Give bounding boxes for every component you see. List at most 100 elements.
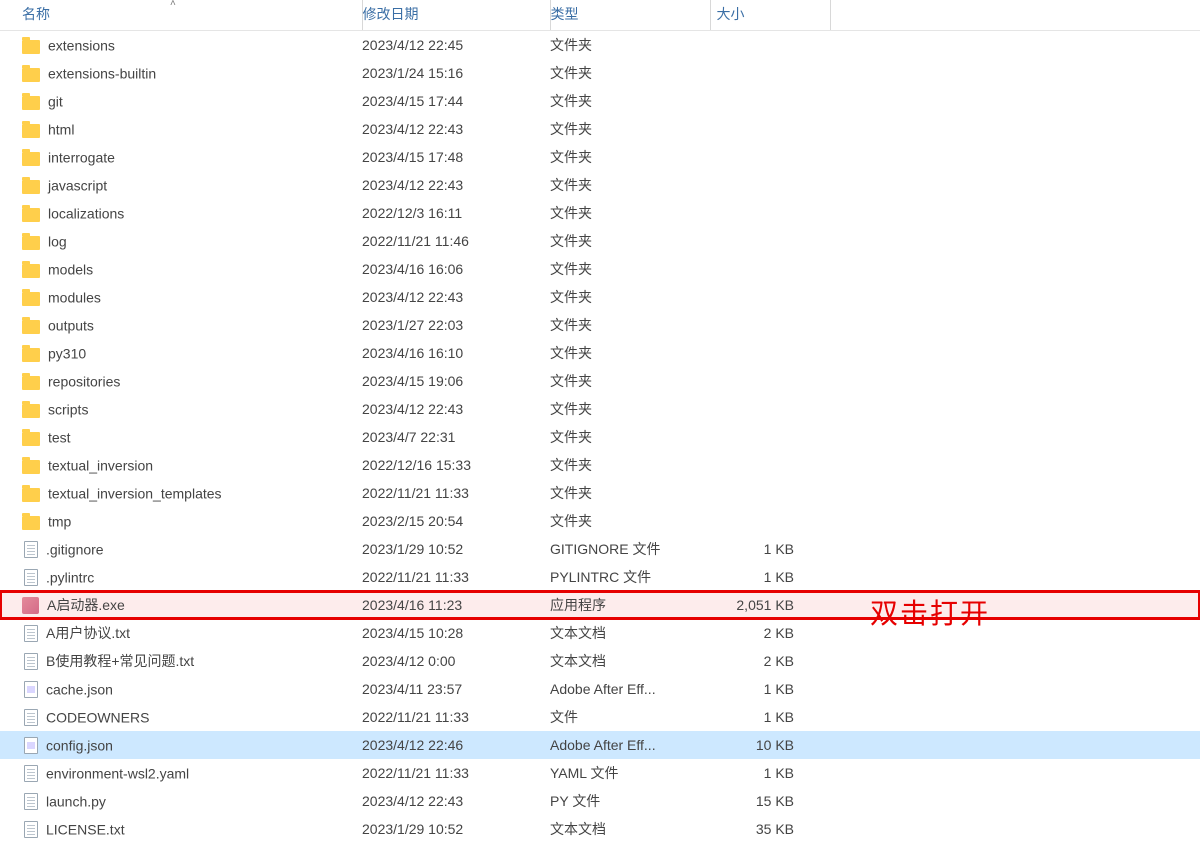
file-name: textual_inversion_templates [48, 485, 222, 501]
file-date: 2023/4/12 0:00 [362, 647, 550, 675]
file-name: localizations [48, 205, 124, 221]
file-date: 2023/4/7 22:31 [362, 423, 550, 451]
file-row[interactable]: textual_inversion_templates 2022/11/21 11… [0, 479, 1200, 507]
file-name: CODEOWNERS [46, 709, 149, 725]
file-icon [24, 793, 38, 810]
file-size: 15 KB [710, 787, 830, 815]
file-row[interactable]: repositories2023/4/15 19:06文件夹 [0, 367, 1200, 395]
header-type[interactable]: 类型 [550, 0, 710, 31]
file-row[interactable]: test2023/4/7 22:31文件夹 [0, 423, 1200, 451]
file-type: 文件夹 [550, 395, 710, 423]
file-type: 文件夹 [550, 451, 710, 479]
file-size [710, 451, 830, 479]
file-size [710, 31, 830, 60]
folder-icon [22, 180, 40, 194]
header-date[interactable]: 修改日期 [362, 0, 550, 31]
file-row[interactable]: outputs2023/1/27 22:03文件夹 [0, 311, 1200, 339]
file-row[interactable]: log2022/11/21 11:46文件夹 [0, 227, 1200, 255]
file-name: modules [48, 289, 101, 305]
file-row[interactable]: modules2023/4/12 22:43文件夹 [0, 283, 1200, 311]
file-row[interactable]: extensions2023/4/12 22:45文件夹 [0, 31, 1200, 60]
file-date: 2023/4/15 10:28 [362, 619, 550, 647]
file-row[interactable]: textual_inversion 2022/12/16 15:33文件夹 [0, 451, 1200, 479]
file-date: 2023/4/16 16:06 [362, 255, 550, 283]
file-size [710, 283, 830, 311]
file-row[interactable]: localizations2022/12/3 16:11文件夹 [0, 199, 1200, 227]
file-size: 2 KB [710, 647, 830, 675]
file-row[interactable]: A用户协议.txt2023/4/15 10:28文本文档2 KB [0, 619, 1200, 647]
file-type: 文件夹 [550, 339, 710, 367]
file-date: 2023/4/12 22:43 [362, 115, 550, 143]
file-size: 1 KB [710, 535, 830, 563]
file-row[interactable]: git2023/4/15 17:44文件夹 [0, 87, 1200, 115]
file-size [710, 227, 830, 255]
header-name[interactable]: 名称 ˄ [0, 0, 362, 31]
file-date: 2023/4/12 22:45 [362, 31, 550, 60]
file-row[interactable]: tmp2023/2/15 20:54文件夹 [0, 507, 1200, 535]
file-size: 1 KB [710, 759, 830, 787]
folder-icon [22, 376, 40, 390]
file-type: 文件夹 [550, 311, 710, 339]
file-name: B使用教程+常见问题.txt [46, 653, 194, 669]
folder-icon [22, 68, 40, 82]
exe-icon [22, 597, 39, 614]
file-date: 2022/11/21 11:33 [362, 479, 550, 507]
file-type: 文件夹 [550, 227, 710, 255]
file-type: 文件夹 [550, 255, 710, 283]
file-size: 1 KB [710, 675, 830, 703]
file-row[interactable]: scripts2023/4/12 22:43文件夹 [0, 395, 1200, 423]
file-name: launch.py [46, 793, 106, 809]
file-row[interactable]: config.json2023/4/12 22:46Adobe After Ef… [0, 731, 1200, 759]
file-size [710, 339, 830, 367]
file-row[interactable]: launch.py2023/4/12 22:43PY 文件15 KB [0, 787, 1200, 815]
file-icon [24, 653, 38, 670]
json-icon [24, 737, 38, 754]
file-type: 文件夹 [550, 283, 710, 311]
file-name: scripts [48, 401, 88, 417]
file-date: 2023/4/12 22:43 [362, 171, 550, 199]
file-row[interactable]: .pylintrc2022/11/21 11:33PYLINTRC 文件1 KB [0, 563, 1200, 591]
file-size [710, 479, 830, 507]
file-row[interactable]: py3102023/4/16 16:10文件夹 [0, 339, 1200, 367]
file-row[interactable]: models2023/4/16 16:06文件夹 [0, 255, 1200, 283]
file-row[interactable]: javascript2023/4/12 22:43文件夹 [0, 171, 1200, 199]
file-date: 2022/11/21 11:46 [362, 227, 550, 255]
file-type: PYLINTRC 文件 [550, 563, 710, 591]
file-size [710, 423, 830, 451]
file-row[interactable]: B使用教程+常见问题.txt2023/4/12 0:00文本文档2 KB [0, 647, 1200, 675]
file-size [710, 171, 830, 199]
file-row[interactable]: .gitignore2023/1/29 10:52GITIGNORE 文件1 K… [0, 535, 1200, 563]
file-date: 2023/4/12 22:46 [362, 731, 550, 759]
file-date: 2023/1/29 10:52 [362, 815, 550, 843]
file-row[interactable]: html2023/4/12 22:43文件夹 [0, 115, 1200, 143]
file-size: 35 KB [710, 815, 830, 843]
file-size [710, 199, 830, 227]
file-size: 10 KB [710, 731, 830, 759]
file-name: .gitignore [46, 541, 104, 557]
file-row[interactable]: extensions-builtin2023/1/24 15:16文件夹 [0, 59, 1200, 87]
file-name: LICENSE.txt [46, 821, 125, 837]
file-row[interactable]: environment-wsl2.yaml2022/11/21 11:33YAM… [0, 759, 1200, 787]
file-name: environment-wsl2.yaml [46, 765, 189, 781]
file-row[interactable]: LICENSE.txt 2023/1/29 10:52文本文档35 KB [0, 815, 1200, 843]
file-name: javascript [48, 177, 107, 193]
file-row[interactable]: CODEOWNERS2022/11/21 11:33文件1 KB [0, 703, 1200, 731]
file-size [710, 143, 830, 171]
file-type: 文本文档 [550, 815, 710, 843]
file-size [710, 255, 830, 283]
file-name: textual_inversion [48, 457, 153, 473]
file-name: A启动器.exe [47, 597, 125, 613]
file-row[interactable]: cache.json2023/4/11 23:57Adobe After Eff… [0, 675, 1200, 703]
file-row[interactable]: A启动器.exe2023/4/16 11:23应用程序2,051 KB [0, 591, 1200, 619]
folder-icon [22, 488, 40, 502]
folder-icon [22, 516, 40, 530]
file-date: 2022/12/16 15:33 [362, 451, 550, 479]
file-name: tmp [48, 513, 71, 529]
file-type: PY 文件 [550, 787, 710, 815]
file-type: 文件夹 [550, 115, 710, 143]
file-type: GITIGNORE 文件 [550, 535, 710, 563]
file-name: A用户协议.txt [46, 625, 130, 641]
file-row[interactable]: interrogate2023/4/15 17:48文件夹 [0, 143, 1200, 171]
header-size[interactable]: 大小 [710, 0, 830, 31]
file-type: 文件夹 [550, 423, 710, 451]
